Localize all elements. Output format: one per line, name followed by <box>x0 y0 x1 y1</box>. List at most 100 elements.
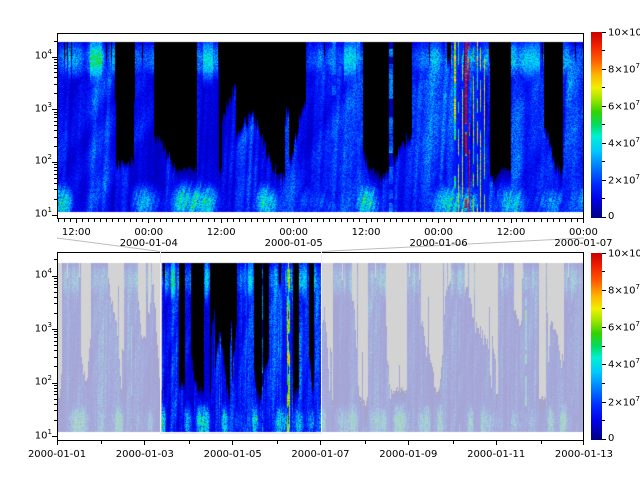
x-minor-tick <box>534 219 535 222</box>
x-major-tick <box>408 441 409 445</box>
y-minor-tick <box>54 394 57 395</box>
y-minor-tick <box>54 137 57 138</box>
x-major-tick <box>293 219 294 223</box>
colorbar-tick-label: 10×107 <box>608 247 640 259</box>
x-tick-label: 2000-01-05 <box>198 449 268 460</box>
detail-spectrogram-canvas[interactable] <box>58 34 583 218</box>
x-minor-tick <box>101 441 102 444</box>
y-minor-tick <box>54 68 57 69</box>
x-minor-tick <box>516 219 517 222</box>
x-minor-tick <box>341 219 342 222</box>
x-minor-tick <box>299 219 300 222</box>
x-minor-tick <box>281 219 282 222</box>
colorbar-minor-tick <box>602 420 605 421</box>
y-minor-tick <box>54 77 57 78</box>
y-minor-tick <box>54 174 57 175</box>
colorbar-major-tick <box>602 327 606 328</box>
x-minor-tick <box>70 219 71 222</box>
y-minor-tick <box>54 287 57 288</box>
x-tick-label: 12:00 <box>331 227 401 238</box>
x-major-tick <box>366 219 367 223</box>
y-major-tick <box>52 162 57 163</box>
colorbar-bottom <box>591 253 602 440</box>
x-minor-tick <box>492 219 493 222</box>
x-major-tick <box>57 441 58 445</box>
x-tick-label: 00:00 <box>259 227 329 238</box>
x-minor-tick <box>124 219 125 222</box>
y-minor-tick <box>54 391 57 392</box>
y-minor-tick <box>54 297 57 298</box>
y-minor-tick <box>54 420 57 421</box>
y-minor-tick <box>54 341 57 342</box>
y-minor-tick <box>54 399 57 400</box>
x-minor-tick <box>329 219 330 222</box>
y-minor-tick <box>54 183 57 184</box>
x-minor-tick <box>305 219 306 222</box>
x-minor-tick <box>528 219 529 222</box>
x-minor-tick <box>184 219 185 222</box>
x-minor-tick <box>112 219 113 222</box>
x-minor-tick <box>432 219 433 222</box>
colorbar-major-tick <box>602 253 606 254</box>
y-minor-tick <box>54 281 57 282</box>
x-date-label: 2000-01-05 <box>259 238 329 249</box>
y-minor-tick <box>54 84 57 85</box>
x-minor-tick <box>269 219 270 222</box>
x-minor-tick <box>462 219 463 222</box>
colorbar-major-tick <box>602 180 606 181</box>
x-minor-tick <box>577 219 578 222</box>
x-minor-tick <box>88 219 89 222</box>
y-minor-tick <box>54 334 57 335</box>
y-minor-tick <box>54 117 57 118</box>
colorbar-major-tick <box>602 106 606 107</box>
zoom-region-box[interactable] <box>160 251 322 434</box>
y-minor-tick <box>54 164 57 165</box>
colorbar-minor-tick <box>602 50 605 51</box>
x-tick-label: 2000-01-09 <box>373 449 443 460</box>
x-minor-tick <box>275 219 276 222</box>
x-major-tick <box>144 441 145 445</box>
y-minor-tick <box>54 62 57 63</box>
x-tick-label: 2000-01-03 <box>110 449 180 460</box>
colorbar-tick-label: 2×107 <box>608 174 640 186</box>
x-major-tick <box>221 219 222 223</box>
x-minor-tick <box>166 219 167 222</box>
x-minor-tick <box>359 219 360 222</box>
x-minor-tick <box>154 219 155 222</box>
y-minor-tick <box>54 331 57 332</box>
y-tick-label: 101 <box>24 207 52 219</box>
x-minor-tick <box>353 219 354 222</box>
x-major-tick <box>438 219 439 223</box>
x-minor-tick <box>444 219 445 222</box>
y-tick-label: 103 <box>24 102 52 114</box>
x-tick-label: 12:00 <box>476 227 546 238</box>
x-tick-label: 00:00 <box>114 227 184 238</box>
x-minor-tick <box>390 219 391 222</box>
y-minor-tick <box>54 178 57 179</box>
y-minor-tick <box>54 121 57 122</box>
x-minor-tick <box>239 219 240 222</box>
y-minor-tick <box>54 72 57 73</box>
x-minor-tick <box>100 219 101 222</box>
y-minor-tick <box>54 313 57 314</box>
y-tick-label: 101 <box>24 429 52 441</box>
colorbar-minor-tick <box>602 198 605 199</box>
y-minor-tick <box>54 41 57 42</box>
x-tick-label: 00:00 <box>548 227 618 238</box>
y-minor-tick <box>54 170 57 171</box>
x-major-tick <box>511 219 512 223</box>
y-major-tick <box>52 57 57 58</box>
x-minor-tick <box>377 219 378 222</box>
colorbar-major-tick <box>602 32 606 33</box>
x-minor-tick <box>504 219 505 222</box>
x-tick-label: 12:00 <box>186 227 256 238</box>
x-minor-tick <box>547 219 548 222</box>
x-minor-tick <box>251 219 252 222</box>
y-minor-tick <box>54 366 57 367</box>
colorbar-tick-label: 6×107 <box>608 100 640 112</box>
x-minor-tick <box>94 219 95 222</box>
spectrogram-figure: 12:0000:002000-01-0412:0000:002000-01-05… <box>0 0 640 480</box>
x-minor-tick <box>480 219 481 222</box>
colorbar-minor-tick <box>602 308 605 309</box>
x-minor-tick <box>58 219 59 222</box>
